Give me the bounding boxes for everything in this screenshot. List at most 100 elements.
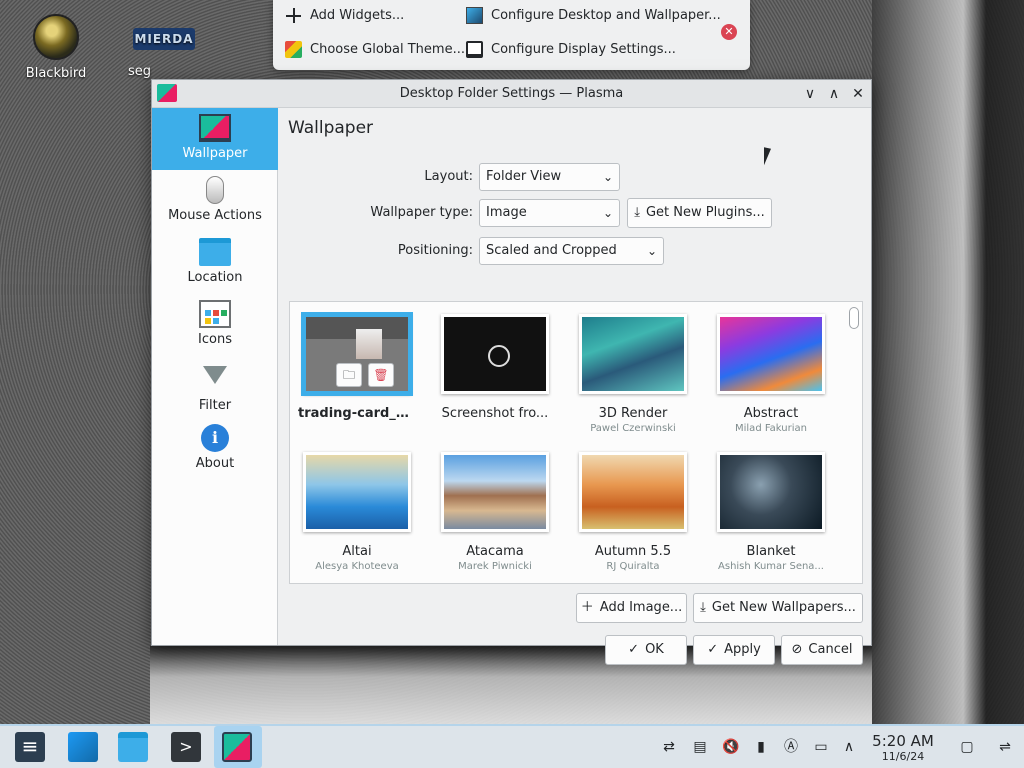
device-icon[interactable]: ▮	[752, 738, 770, 756]
checkmark-icon: ✓	[707, 642, 719, 657]
maximize-button[interactable]: ∧	[824, 84, 844, 104]
sidebar-item-about[interactable]: i About	[152, 418, 278, 480]
clock[interactable]: 5:20 AM 11/6/24	[866, 732, 940, 764]
positioning-combobox[interactable]: Scaled and Cropped ⌄	[479, 237, 664, 265]
wallpaper-name: Abstract	[743, 406, 799, 421]
wallpaper-author: RJ Quiralta	[606, 561, 660, 572]
desktop-icon-blackbird[interactable]: Blackbird	[24, 14, 88, 81]
combo-value: Folder View	[486, 169, 562, 184]
desktop-wallpaper-detail	[872, 0, 1024, 724]
wallpaper-tile-3d-render[interactable]: 3D Render Pawel Czerwinski	[568, 302, 698, 442]
chevron-down-icon: ⌄	[646, 244, 657, 258]
display-icon[interactable]: ▭	[812, 738, 830, 756]
sidebar-item-label: Mouse Actions	[168, 208, 262, 223]
wallpaper-thumbnail	[441, 314, 549, 394]
info-icon: i	[201, 424, 229, 452]
menu-item-add-widgets[interactable]: Add Widgets...	[285, 7, 404, 24]
wallpaper-author: Ashish Kumar Sena...	[718, 561, 824, 572]
clock-time: 5:20 AM	[872, 732, 934, 750]
cancel-button[interactable]: ⊘ Cancel	[781, 635, 863, 665]
wallpaper-tile-altai[interactable]: Altai Alesya Khoteeva	[292, 440, 422, 580]
konsole-app-icon[interactable]: >	[171, 732, 201, 762]
get-new-wallpapers-button[interactable]: ⤓ Get New Wallpapers...	[693, 593, 863, 623]
wallpaper-tile-screenshot[interactable]: Screenshot fro...	[430, 302, 560, 442]
desktop-icon-seg[interactable]: MIERDA seg	[126, 28, 202, 79]
settings-app-icon[interactable]	[15, 732, 45, 762]
wallpaper-name: Screenshot fro...	[441, 406, 549, 421]
wallpaper-author: Marek Piwnicki	[458, 561, 532, 572]
button-label: Get New Plugins...	[645, 205, 765, 220]
wallpaper-thumbnail	[303, 452, 411, 532]
layout-label: Layout:	[424, 169, 473, 184]
theme-icon	[285, 41, 302, 58]
positioning-label: Positioning:	[397, 243, 473, 258]
chevron-down-icon: ⌄	[602, 206, 613, 220]
menu-item-display-settings[interactable]: Configure Display Settings...	[466, 41, 676, 58]
wallpaper-type-combobox[interactable]: Image ⌄	[479, 199, 620, 227]
cancel-icon: ⊘	[791, 642, 803, 657]
wallpaper-tile-atacama[interactable]: Atacama Marek Piwnicki	[430, 440, 560, 580]
wallpaper-thumbnail	[441, 452, 549, 532]
wallpaper-thumbnail	[717, 452, 825, 532]
sidebar-item-location[interactable]: Location	[152, 232, 278, 294]
wallpaper-tile-blanket[interactable]: Blanket Ashish Kumar Sena...	[706, 440, 836, 580]
wallpaper-type-label: Wallpaper type:	[370, 205, 473, 220]
clipboard-icon[interactable]: ▤	[691, 738, 709, 756]
sidebar-item-wallpaper[interactable]: Wallpaper	[152, 108, 278, 170]
scrollbar-handle[interactable]	[849, 307, 859, 329]
mouse-icon	[206, 176, 224, 204]
trash-icon[interactable]: 🗑	[368, 363, 394, 387]
chevron-down-icon: ⌄	[602, 170, 613, 184]
wallpaper-grid: 🗀 🗑 trading-card_1... Screenshot fro... …	[289, 301, 863, 584]
chevron-up-icon[interactable]: ∧	[840, 738, 858, 756]
wallpaper-name: Altai	[342, 544, 372, 559]
close-button[interactable]: ✕	[848, 84, 868, 104]
open-folder-icon[interactable]: 🗀	[336, 363, 362, 387]
desktop-context-menu: Add Widgets... Configure Desktop and Wal…	[273, 0, 750, 70]
mouse-cursor-icon	[764, 144, 771, 166]
wallpaper-tile-abstract[interactable]: Abstract Milad Fakurian	[706, 302, 836, 442]
wallpaper-thumbnail: 🗀 🗑	[301, 312, 413, 396]
settings-sidebar: Wallpaper Mouse Actions Location Icons F…	[152, 108, 278, 645]
desktop-icon-label: seg	[128, 64, 152, 79]
wallpaper-thumbnail	[579, 452, 687, 532]
menu-item-label: Configure Display Settings...	[491, 42, 676, 57]
minimize-button[interactable]: ∨	[800, 84, 820, 104]
sidebar-item-icons[interactable]: Icons	[152, 294, 278, 356]
mierda-app-icon: MIERDA	[133, 28, 195, 50]
get-new-plugins-button[interactable]: ⤓ Get New Plugins...	[627, 198, 772, 228]
panel-settings-icon[interactable]: ⇌	[996, 738, 1014, 756]
sidebar-item-filter[interactable]: Filter	[152, 356, 278, 418]
input-method-icon[interactable]: Ⓐ	[782, 738, 800, 756]
button-label: Apply	[724, 642, 761, 657]
show-desktop-icon[interactable]: ▢	[958, 738, 976, 756]
window-title: Desktop Folder Settings — Plasma	[399, 86, 624, 101]
wallpaper-settings-app-icon[interactable]	[222, 732, 252, 762]
network-icon[interactable]: ⇄	[660, 738, 678, 756]
wallpaper-icon	[466, 7, 483, 24]
combo-value: Image	[486, 205, 527, 220]
plus-icon: ＋	[580, 600, 594, 615]
menu-item-label: Configure Desktop and Wallpaper...	[491, 8, 721, 23]
close-icon[interactable]: ✕	[721, 24, 737, 40]
add-image-button[interactable]: ＋ Add Image...	[576, 593, 687, 623]
blackbird-app-icon	[33, 14, 79, 60]
sidebar-item-mouse-actions[interactable]: Mouse Actions	[152, 170, 278, 232]
window-titlebar[interactable]: Desktop Folder Settings — Plasma ∨ ∧ ✕	[152, 80, 871, 108]
files-app-icon[interactable]	[118, 732, 148, 762]
clock-date: 11/6/24	[881, 750, 925, 763]
volume-muted-icon[interactable]: 🔇	[722, 738, 740, 756]
wallpaper-tile-autumn[interactable]: Autumn 5.5 RJ Quiralta	[568, 440, 698, 580]
wallpaper-author: Alesya Khoteeva	[315, 561, 399, 572]
menu-item-label: Choose Global Theme...	[310, 42, 465, 57]
menu-item-configure-desktop[interactable]: Configure Desktop and Wallpaper...	[466, 7, 721, 24]
menu-item-global-theme[interactable]: Choose Global Theme...	[285, 41, 465, 58]
ok-button[interactable]: ✓ OK	[605, 635, 687, 665]
wallpaper-page: Wallpaper Layout: Folder View ⌄ Wallpape…	[279, 108, 871, 665]
layout-combobox[interactable]: Folder View ⌄	[479, 163, 620, 191]
plus-icon	[285, 7, 302, 24]
wallpaper-tile-trading-card[interactable]: 🗀 🗑 trading-card_1...	[292, 302, 422, 442]
apply-button[interactable]: ✓ Apply	[693, 635, 775, 665]
discover-app-icon[interactable]	[68, 732, 98, 762]
button-label: Cancel	[808, 642, 853, 657]
